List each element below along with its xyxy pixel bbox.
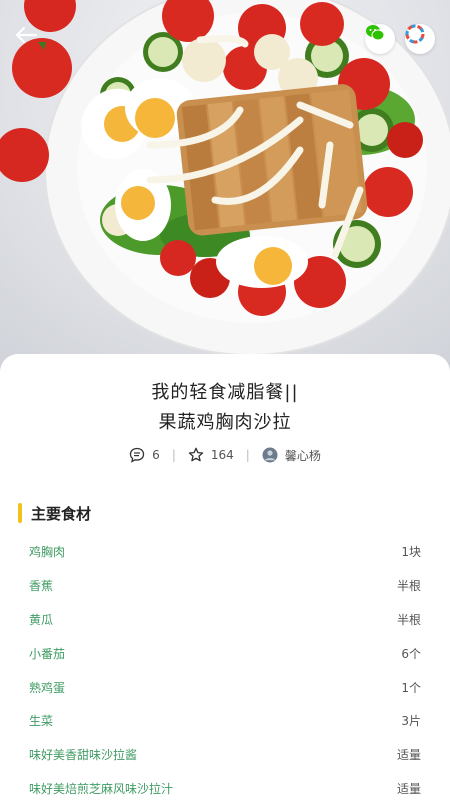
wechat-icon xyxy=(366,25,385,41)
ingredient-quantity: 半根 xyxy=(396,612,421,627)
star-icon xyxy=(188,447,204,462)
share-moments-button[interactable] xyxy=(405,24,435,54)
recipe-meta-bar: 6 | 164 | 馨心杨 xyxy=(0,444,450,466)
ingredient-name[interactable]: 小番茄 xyxy=(29,645,65,662)
ingredient-name[interactable]: 熟鸡蛋 xyxy=(29,679,65,696)
meta-divider: | xyxy=(245,448,250,462)
comments-stat[interactable]: 6 xyxy=(129,447,160,463)
ingredient-quantity: 适量 xyxy=(396,748,421,763)
section-accent-bar xyxy=(18,503,22,523)
ingredient-quantity: 6个 xyxy=(401,646,421,661)
recipe-title-line-2: 果蔬鸡胸肉沙拉 xyxy=(158,412,292,433)
ingredient-name[interactable]: 味好美香甜味沙拉酱 xyxy=(29,746,137,763)
ingredient-quantity: 3片 xyxy=(401,714,421,729)
back-button[interactable] xyxy=(14,26,42,54)
ingredient-name[interactable]: 生菜 xyxy=(29,712,53,729)
ingredient-row[interactable]: 黄瓜 半根 xyxy=(0,603,450,637)
ingredient-name[interactable]: 香蕉 xyxy=(29,577,53,594)
favorites-stat[interactable]: 164 xyxy=(188,447,234,463)
ingredient-row[interactable]: 味好美香甜味沙拉酱 适量 xyxy=(0,738,450,772)
ingredient-row[interactable]: 香蕉 半根 xyxy=(0,569,450,603)
author-name: 馨心杨 xyxy=(284,448,321,463)
ingredients-section-title: 主要食材 xyxy=(31,504,92,523)
author-link[interactable]: 馨心杨 xyxy=(262,447,321,464)
ingredient-row[interactable]: 鸡胸肉 1块 xyxy=(0,535,450,569)
ingredient-row[interactable]: 味好美焙煎芝麻风味沙拉汁 适量 xyxy=(0,772,450,800)
recipe-hero-image xyxy=(0,0,450,380)
comment-icon xyxy=(130,447,145,463)
recipe-title-line-1: 我的轻食减脂餐|| xyxy=(151,382,299,403)
moments-icon xyxy=(405,24,425,44)
ingredient-quantity: 1块 xyxy=(401,545,421,560)
ingredient-name[interactable]: 味好美焙煎芝麻风味沙拉汁 xyxy=(29,780,173,797)
ingredient-quantity: 1个 xyxy=(401,680,421,695)
ingredient-quantity: 半根 xyxy=(396,579,421,594)
salad-photo xyxy=(0,0,450,356)
ingredient-row[interactable]: 小番茄 6个 xyxy=(0,636,450,670)
ingredient-row[interactable]: 生菜 3片 xyxy=(0,704,450,738)
share-wechat-button[interactable] xyxy=(365,24,395,54)
back-arrow-icon xyxy=(15,26,38,44)
ingredient-row[interactable]: 熟鸡蛋 1个 xyxy=(0,670,450,704)
ingredient-name[interactable]: 黄瓜 xyxy=(29,611,53,628)
ingredient-name[interactable]: 鸡胸肉 xyxy=(29,543,65,560)
comments-count: 6 xyxy=(152,448,160,462)
meta-divider: | xyxy=(171,448,176,462)
ingredient-quantity: 适量 xyxy=(396,781,421,796)
ingredients-section-header: 主要食材 xyxy=(18,502,91,524)
author-avatar xyxy=(262,447,278,463)
favorites-count: 164 xyxy=(210,448,234,462)
ingredients-list: 鸡胸肉 1块 香蕉 半根 黄瓜 半根 小番茄 6个 熟鸡蛋 1个 生菜 3片 味… xyxy=(0,535,450,800)
